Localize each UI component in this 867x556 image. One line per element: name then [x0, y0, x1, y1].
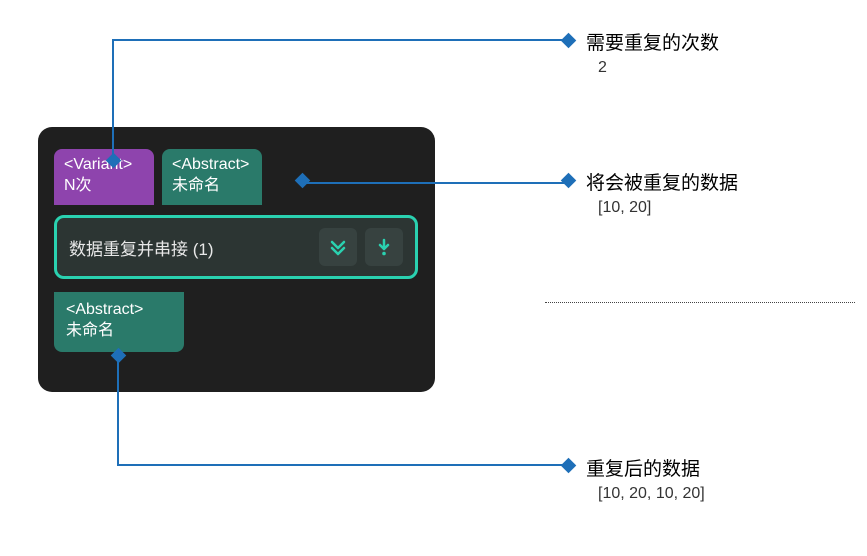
callout-value: 2 [598, 59, 719, 77]
connector-line [302, 175, 572, 193]
callout-input-data: 将会被重复的数据 [10, 20] [586, 168, 738, 217]
callout-title: 重复后的数据 [586, 454, 705, 481]
output-tab-abstract[interactable]: <Abstract> 未命名 [54, 292, 184, 352]
divider [545, 302, 855, 303]
node-title: 数据重复并串接 (1) [69, 235, 311, 260]
collapse-icon[interactable] [319, 228, 357, 266]
connector-line [118, 355, 573, 480]
tab-tag: <Abstract> [66, 300, 172, 321]
callout-title: 将会被重复的数据 [586, 168, 738, 195]
callout-output-data: 重复后的数据 [10, 20, 10, 20] [586, 454, 705, 503]
callout-value: [10, 20, 10, 20] [598, 485, 705, 503]
callout-repeat-count: 需要重复的次数 2 [586, 28, 719, 77]
connector-line [113, 35, 583, 170]
tab-label: N次 [64, 176, 144, 197]
tab-label: 未命名 [172, 176, 252, 197]
callout-title: 需要重复的次数 [586, 28, 719, 55]
callout-value: [10, 20] [598, 199, 738, 217]
download-arrow-icon[interactable] [365, 228, 403, 266]
tab-label: 未命名 [66, 321, 172, 342]
node-body[interactable]: 数据重复并串接 (1) [54, 215, 418, 279]
